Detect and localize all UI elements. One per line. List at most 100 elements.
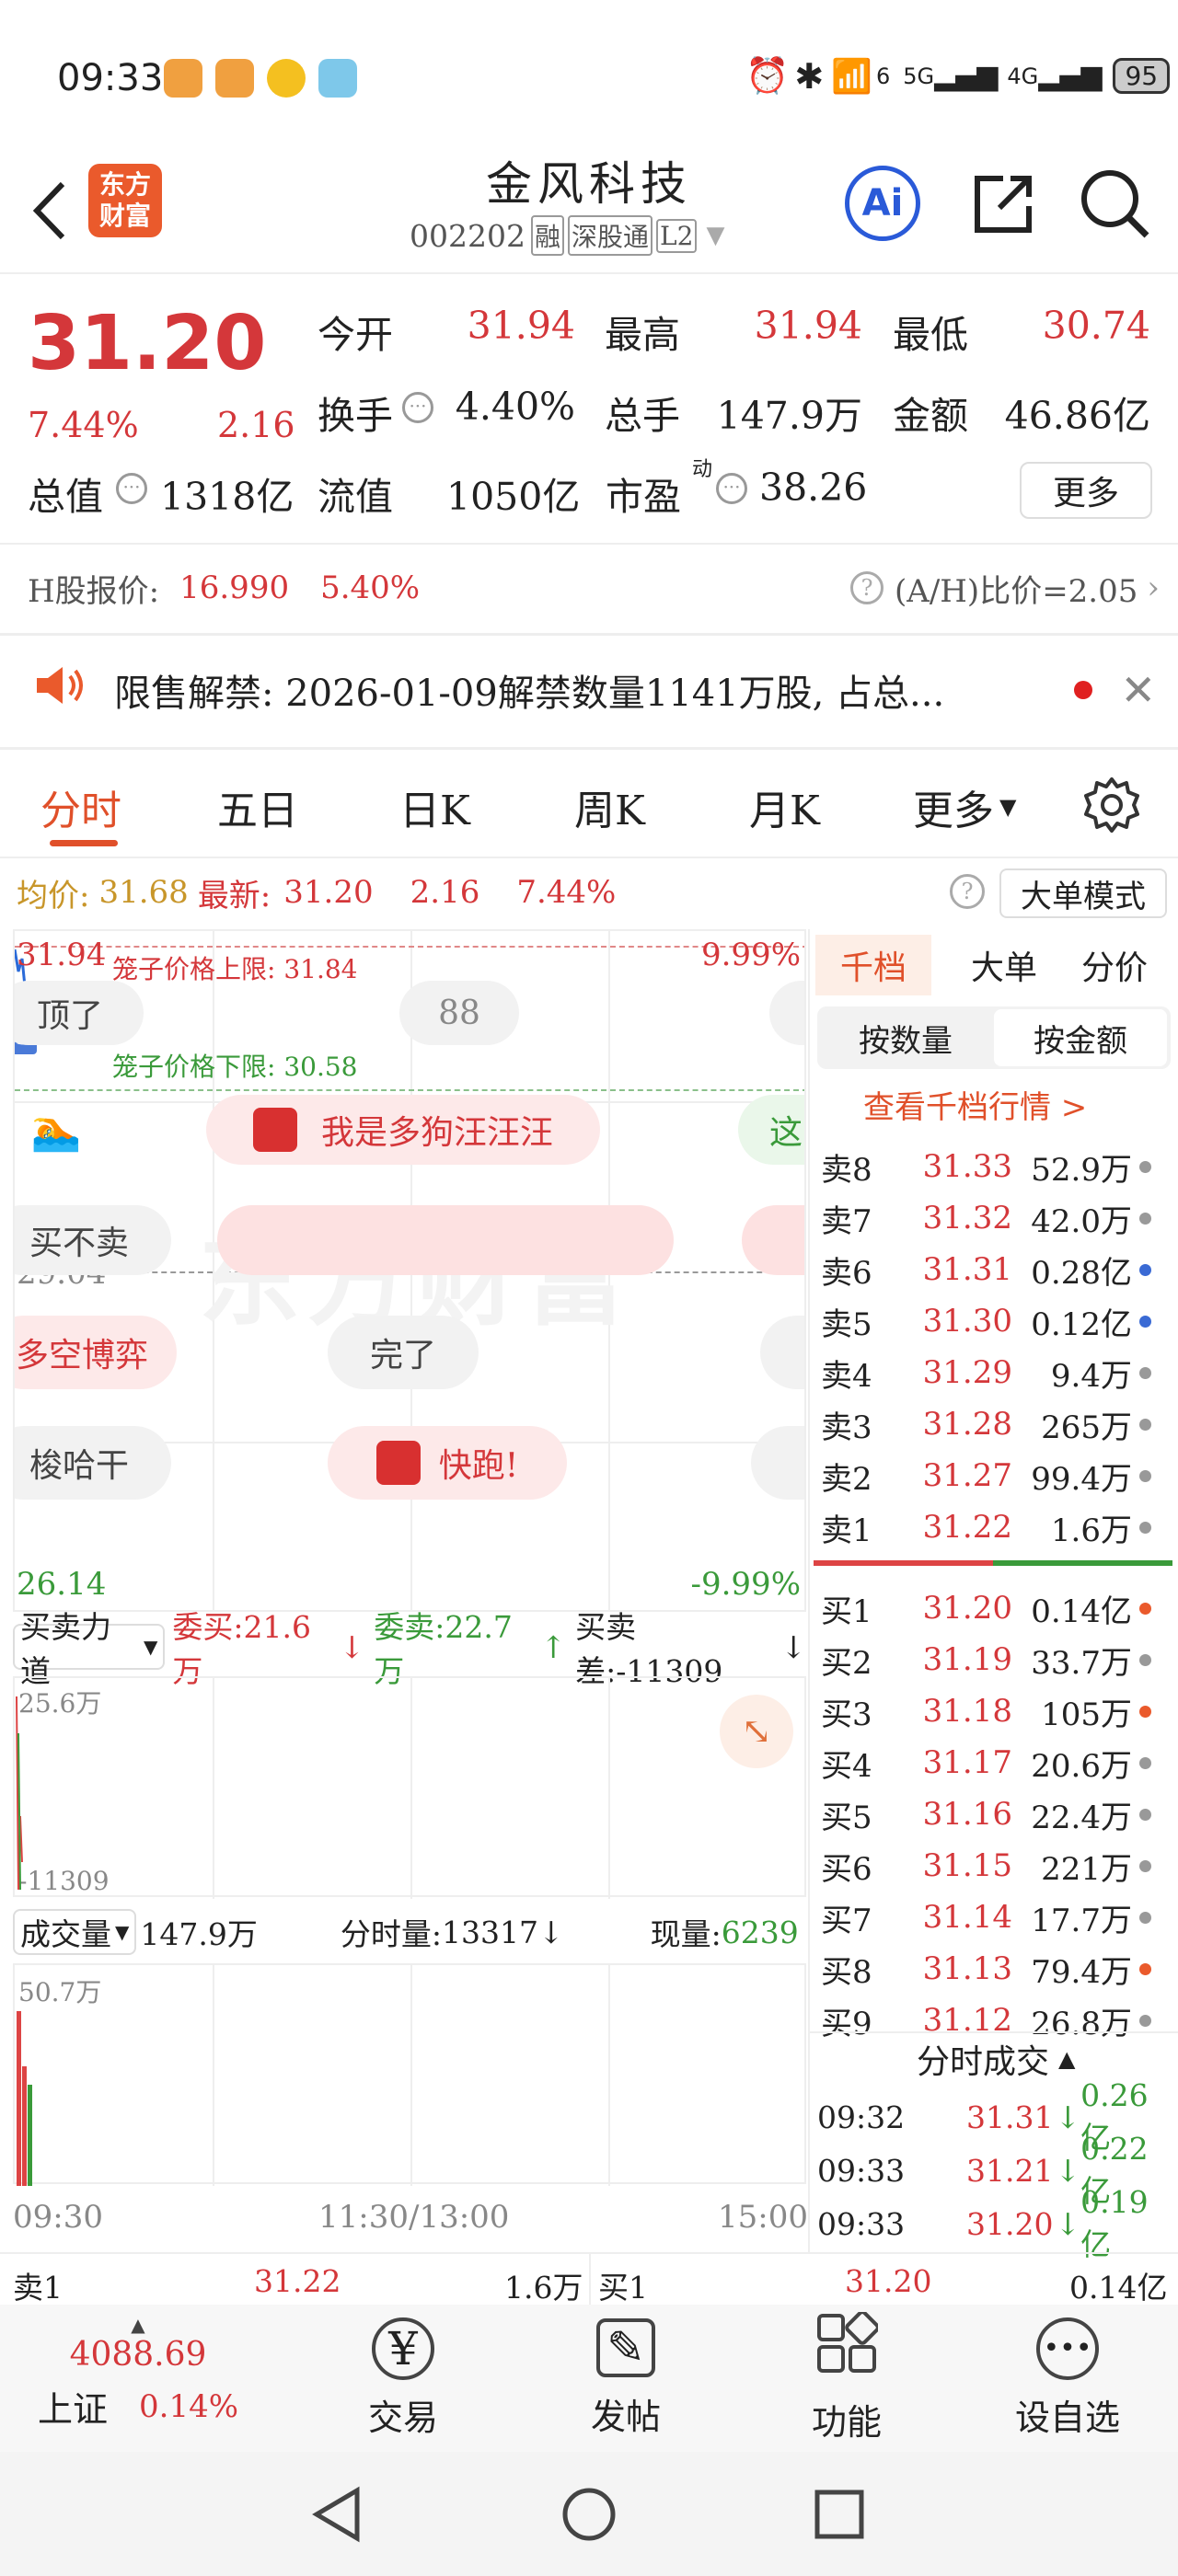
back-nav-icon[interactable] [311,2485,363,2544]
ai-button[interactable]: Ai [845,166,920,241]
ob-volume: 9.4万 [1050,1357,1132,1395]
quote-label: 今开 [318,313,393,357]
info-icon[interactable]: ··· [716,473,747,504]
ob-level: 买4 [821,1747,872,1785]
bullet-comment[interactable] [751,1426,804,1500]
big-order-mode-button[interactable]: 大单模式 [999,868,1167,918]
sell-row[interactable]: 卖4 31.29 9.4万 [819,1347,1178,1398]
sell-row[interactable]: 卖1 31.22 1.6万 [819,1501,1178,1553]
sell-row[interactable]: 卖6 31.31 0.28亿 [819,1244,1178,1295]
sell-row[interactable]: 卖7 31.32 42.0万 [819,1192,1178,1244]
bottom-quote-line: 卖1 31.22 1.6万 买1 31.20 0.14亿 [0,2252,1178,2306]
latest-label: 最新: [197,877,271,914]
buy-row[interactable]: 买1 31.20 0.14亿 [819,1582,1178,1634]
share-icon[interactable] [966,167,1040,245]
quote-sup: 动 [692,458,713,481]
yen-cycle-icon: ¥ [372,2317,434,2380]
ob-volume: 99.4万 [1031,1460,1132,1498]
bullet-comment[interactable]: 多空博弈 [15,1316,177,1389]
nav-watchlist[interactable]: ••• 设自选 [957,2305,1178,2452]
axis-bottom-pct: -9.99% [690,1566,802,1603]
bs-selector[interactable]: 买卖力道 ▼ [13,1609,166,1689]
sell-row[interactable]: 卖3 31.28 265万 [819,1398,1178,1450]
volume-selector[interactable]: 成交量 ▼ [13,1909,137,1955]
battery-icon: 95 [1113,58,1171,94]
ob-tab-price[interactable]: 分价 [1064,935,1165,995]
buy-row[interactable]: 买6 31.15 221万 [819,1840,1178,1892]
tab-week-k[interactable]: 周K [574,777,645,836]
ob-level: 卖5 [821,1305,872,1343]
ob-dot [1139,2014,1151,2027]
bullet-comment[interactable]: 买不卖 [15,1205,171,1275]
fs-volume-label: 分时量: [340,1916,442,1952]
ob-volume: 0.12亿 [1031,1305,1132,1343]
axis-top-price: 31.94 [17,937,107,973]
bullet-comment[interactable]: 快跑! [328,1426,567,1500]
tab-intraday[interactable]: 分时 [40,777,121,836]
by-quantity-button[interactable]: 按数量 [817,1016,994,1061]
ob-price: 31.31 [922,1251,1012,1288]
expand-icon[interactable]: ⤡ [720,1695,793,1768]
bullet-comment[interactable] [742,1205,804,1275]
ob-tab-thousand[interactable]: 千档 [815,935,931,995]
tab-day-k[interactable]: 日K [399,777,470,836]
buy-row[interactable]: 买8 31.13 79.4万 [819,1943,1178,1995]
sell-row[interactable]: 卖2 31.27 99.4万 [819,1450,1178,1501]
buy-row[interactable]: 买3 31.18 105万 [819,1685,1178,1737]
nav-trade[interactable]: ¥ 交易 [293,2305,514,2452]
tab-month-k[interactable]: 月K [749,777,820,836]
ob-dot [1139,1705,1151,1718]
buy-row[interactable]: 买4 31.17 20.6万 [819,1737,1178,1788]
sell-row[interactable]: 卖5 31.30 0.12亿 [819,1295,1178,1347]
notice-bar[interactable]: 限售解禁: 2026-01-09解禁数量1141万股, 占总... ✕ [33,653,1156,727]
buy-row[interactable]: 买5 31.16 22.4万 [819,1788,1178,1840]
by-amount-button[interactable]: 按金额 [994,1009,1167,1066]
nav-index[interactable]: ▲ 4088.69 上证 0.14% [28,2305,248,2452]
help-icon[interactable]: ? [950,874,985,909]
tab-more[interactable]: 更多 ▼ [913,777,1016,836]
app-icon [267,59,306,98]
bullet-comment[interactable] [769,981,804,1045]
tick-title[interactable]: 分时成交 ▲ [917,2035,1075,2083]
bs-power-header: 买卖力道 ▼ 委买:21.6万 ↓ 委卖:22.7万 ↑ 买卖差:-11309 ↓ [13,1609,806,1689]
unread-dot [1074,681,1093,699]
gear-icon[interactable] [1082,776,1141,838]
home-nav-icon[interactable] [560,2485,618,2544]
ob-level: 卖4 [821,1357,872,1395]
sell-row[interactable]: 卖8 31.33 52.9万 [819,1141,1178,1192]
buy-row[interactable]: 买2 31.19 33.7万 [819,1634,1178,1685]
help-icon[interactable]: ? [850,571,884,604]
stock-code-line[interactable]: 002202 融 深股通 L2 ▼ [410,215,724,256]
recents-nav-icon[interactable] [812,2487,867,2542]
more-button[interactable]: 更多 [1020,462,1152,519]
quote-label: 市盈 [606,475,681,519]
down-arrow-icon: ↓ [1055,2099,1081,2135]
bullet-comment[interactable]: 这 [738,1095,804,1165]
volume-bar [28,2085,32,2186]
nav-post[interactable]: ✎ 发帖 [515,2305,736,2452]
bullet-comment[interactable]: 梭哈干 [15,1426,171,1500]
ob-dot [1139,1962,1151,1975]
search-icon[interactable] [1075,164,1152,245]
notice-text: 限售解禁: 2026-01-09解禁数量1141万股, 占总... [114,673,945,715]
bullet-comment[interactable]: 88 [399,981,519,1045]
ob-volume: 33.7万 [1031,1644,1132,1682]
info-icon[interactable]: ··· [116,473,147,504]
bullet-comment[interactable]: 我是多狗汪汪汪 [206,1095,600,1165]
buy-row[interactable]: 买7 31.14 17.7万 [819,1892,1178,1943]
edit-icon: ✎ [596,2317,655,2377]
ob-divider [814,1560,1172,1566]
view-thousand-link[interactable]: 查看千档行情 > [863,1082,1087,1127]
ob-dot [1139,1911,1151,1924]
info-icon[interactable]: ··· [402,392,433,423]
bullet-comment[interactable] [760,1316,804,1389]
h-share-row[interactable]: H股报价: 16.990 5.40% ? (A/H)比价=2.05 › [28,565,1160,611]
bullet-comment[interactable]: 完了 [328,1316,479,1389]
intraday-chart[interactable]: 东方财富 31.94 9.99% 笼子价格上限: 31.84 笼子价格下限: 3… [13,929,806,1612]
nav-function[interactable]: 功能 [736,2305,957,2452]
bullet-comment[interactable]: 顶了 [15,981,144,1045]
tab-five-day[interactable]: 五日 [217,777,298,836]
now-volume-label: 现量: [650,1916,722,1952]
ob-tab-big[interactable]: 大单 [953,935,1055,995]
close-icon[interactable]: ✕ [1120,665,1156,715]
